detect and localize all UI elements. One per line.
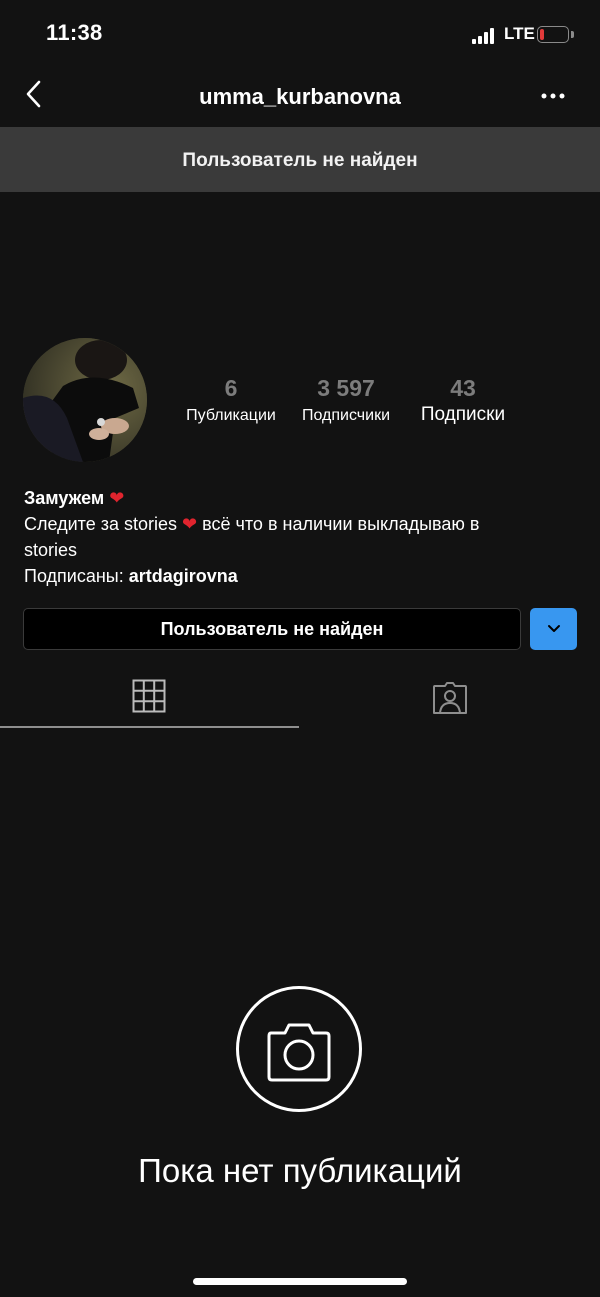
- bio-text-b: всё что в наличии выкладываю в: [202, 514, 480, 534]
- signal-icon: [472, 28, 498, 44]
- home-indicator[interactable]: [193, 1278, 407, 1285]
- profile-username-title: umma_kurbanovna: [199, 84, 401, 109]
- heart-icon: ❤: [182, 514, 198, 534]
- avatar[interactable]: [23, 338, 147, 462]
- status-time: 11:38: [46, 20, 103, 45]
- battery-level: [540, 29, 544, 40]
- user-not-found-button[interactable]: Пользователь не найден: [23, 608, 521, 650]
- followed-by-label: Подписаны:: [24, 566, 124, 586]
- active-tab-indicator: [0, 726, 299, 728]
- posts-label: Публикации: [186, 407, 276, 424]
- battery-icon: [537, 26, 569, 43]
- empty-posts-text: Пока нет публикаций: [138, 1152, 462, 1189]
- followed-by-user-link[interactable]: artdagirovna: [129, 566, 238, 586]
- more-horizontal-icon[interactable]: [540, 86, 566, 106]
- banner-text: Пользователь не найден: [182, 150, 418, 171]
- bio-line-1: Замужем ❤: [24, 485, 584, 511]
- bio-line-2: Следите за stories ❤ всё что в наличии в…: [24, 511, 584, 537]
- bio-line-3: stories: [24, 540, 78, 560]
- grid-icon[interactable]: [132, 679, 166, 713]
- followed-by: Подписаны: artdagirovna: [24, 563, 584, 589]
- camera-icon: [236, 986, 362, 1112]
- chevron-down-icon: [547, 625, 560, 632]
- heart-icon: ❤: [109, 488, 125, 508]
- followers-count[interactable]: 3 597: [296, 375, 396, 402]
- tagged-person-icon[interactable]: [432, 681, 468, 715]
- battery-nub: [571, 31, 574, 38]
- profile-bio: Замужем ❤ Следите за stories ❤ всё что в…: [24, 485, 584, 589]
- posts-count: 6: [224, 375, 238, 401]
- following-label[interactable]: Подписки: [407, 404, 519, 426]
- network-type: LTE: [504, 24, 535, 43]
- followers-label[interactable]: Подписчики: [288, 407, 404, 425]
- bio-status-text: Замужем: [24, 488, 105, 508]
- bio-text-a: Следите за stories: [24, 514, 178, 534]
- following-count[interactable]: 43: [418, 375, 508, 402]
- suggestions-dropdown-button[interactable]: [530, 608, 577, 650]
